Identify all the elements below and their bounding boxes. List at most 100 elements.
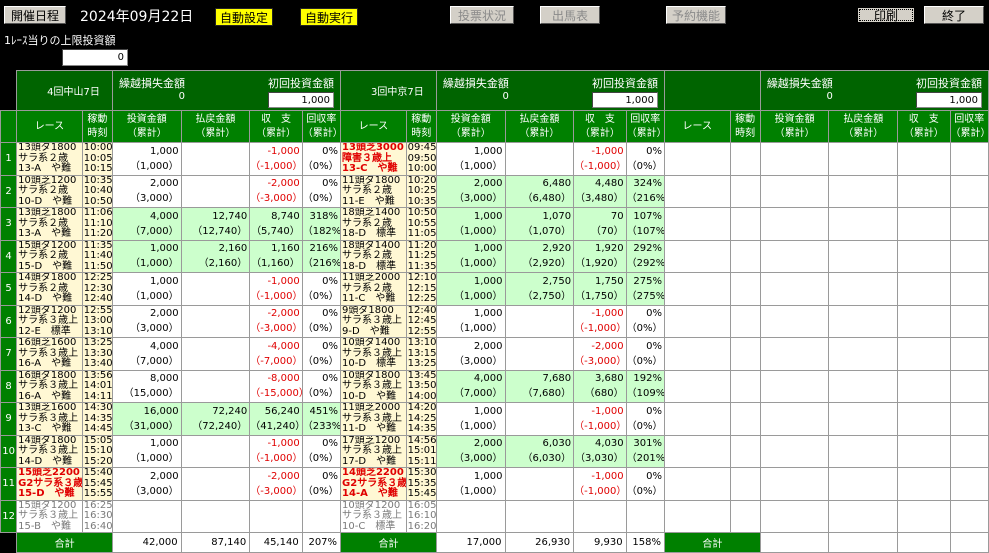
cell-line: 324%: [633, 178, 662, 190]
race-info-line: サラ系２歳: [18, 250, 69, 261]
race-info-line: 18-D 標準: [342, 228, 397, 239]
cell-line: 56,240: [264, 405, 300, 417]
race-info[interactable]: 14頭ダ1800 サラ系２歳 14-D や難: [16, 272, 83, 306]
race-info-line: 10-D や難: [342, 390, 397, 402]
first-invest-input[interactable]: 1,000: [916, 92, 982, 108]
race-time-line: 13:40: [83, 358, 113, 369]
race-info-line: 14-D や難: [18, 455, 73, 467]
auto-setting-button[interactable]: 自動設定: [215, 8, 273, 26]
race-info[interactable]: 12頭ダ1200 サラ系３歳上 12-E 標準: [16, 304, 83, 338]
race-info[interactable]: 14頭芝2200 G2サラ系３歳 14-A や難: [340, 467, 407, 501]
totals-corner: [0, 532, 17, 553]
total-balance: 45,140: [249, 532, 303, 553]
race-info-line: 13頭芝1800: [18, 207, 77, 218]
cell-line: 払戻金額: [519, 113, 560, 125]
cell-line: （0%）: [302, 388, 339, 400]
race-time: 13:56 14:01 14:11: [81, 369, 114, 403]
race-info-line: サラ系３歳上: [18, 445, 79, 456]
reserve-button[interactable]: 予約機能: [666, 6, 726, 24]
cell-line: 16,000: [143, 405, 179, 417]
cell-line: （7,000）: [453, 388, 503, 400]
header-rate: 回収率 （累計）: [625, 110, 665, 143]
race-info[interactable]: 16頭芝1600 サラ系３歳上 16-A や難: [16, 337, 83, 371]
empty-cell: [949, 434, 989, 468]
race-info[interactable]: 11頭ダ1800 サラ系２歳 11-E や難: [340, 174, 407, 208]
race-info[interactable]: 10頭ダ1200 サラ系３歳上 10-C 標準: [340, 499, 407, 533]
cell-line: （-1,000）: [574, 323, 627, 335]
entries-button[interactable]: 出馬表: [540, 6, 600, 24]
schedule-button[interactable]: 開催日程: [4, 6, 66, 24]
race-number: 10: [0, 434, 18, 468]
cell-line: 107%: [633, 210, 662, 222]
race-time-line: 14:00: [407, 390, 437, 402]
race-info-line: サラ系３歳上: [18, 380, 79, 391]
print-button[interactable]: 印刷: [856, 6, 916, 24]
first-invest-input[interactable]: 1,000: [591, 92, 658, 108]
empty-cell: [828, 142, 899, 176]
carry-loss-group: 繰越損失金額 0: [767, 73, 833, 102]
cell-line: 0%: [322, 275, 339, 287]
race-info[interactable]: 18頭芝1400 サラ系２歳 18-D 標準: [340, 207, 407, 241]
race-time-line: 10:15: [83, 163, 113, 174]
empty-cell: [897, 467, 951, 501]
cell-line: -4,000: [267, 340, 300, 352]
cell-line: 0%: [646, 308, 662, 320]
empty-cell: [729, 239, 761, 273]
limit-input[interactable]: 0: [62, 49, 128, 66]
cell-line: 2,000: [149, 470, 179, 482]
cell-line: 8,740: [271, 210, 300, 222]
cell-line: （0%）: [302, 290, 339, 302]
first-invest-input[interactable]: 1,000: [268, 92, 335, 108]
balance-cell: -1,000 （-1,000）: [573, 304, 627, 338]
balance-cell: -1,000 （-1,000）: [249, 434, 303, 468]
race-info-line: 13頭ダ1800: [18, 142, 77, 153]
race-time-line: 15:55: [83, 488, 113, 499]
race-info[interactable]: 17頭芝1200 サラ系３歳上 17-D や難: [340, 434, 407, 468]
race-time-line: 12:40: [83, 293, 113, 304]
vote-status-button[interactable]: 投票状況: [450, 6, 514, 24]
race-info[interactable]: 10頭芝1200 サラ系２歳 10-D や難: [16, 174, 83, 208]
race-info[interactable]: 11頭芝2000 サラ系３歳上 11-D や難: [340, 402, 407, 436]
race-info[interactable]: 13頭ダ1800 サラ系２歳 13-A や難: [16, 142, 83, 176]
race-info[interactable]: 13頭芝1800 サラ系２歳 13-A や難: [16, 207, 83, 241]
race-info[interactable]: 15頭ダ1200 サラ系３歳上 15-B や難: [16, 499, 83, 533]
race-time: 15:05 15:10 15:20: [81, 434, 114, 468]
cell-line: 0%: [322, 438, 339, 450]
race-info[interactable]: 15頭芝2200 G2サラ系３歳 15-D や難: [16, 467, 83, 501]
auto-run-button[interactable]: 自動実行: [300, 8, 358, 26]
balance-cell: -1,000 （-1,000）: [573, 142, 627, 176]
invest-cell: 8,000 （15,000）: [112, 369, 182, 403]
cell-line: 12,740: [212, 210, 248, 222]
total-balance: [897, 532, 951, 553]
cell-line: （3,000）: [453, 193, 503, 205]
race-info[interactable]: 18頭ダ1400 サラ系２歳 18-D 標準: [340, 239, 407, 273]
balance-cell: -2,000 （-3,000）: [249, 467, 303, 501]
cell-line: 0%: [646, 340, 662, 352]
race-info-line: 16頭芝1600: [18, 337, 77, 348]
empty-cell: [897, 174, 951, 208]
exit-button[interactable]: 終了: [924, 6, 984, 24]
header-rate: 回収率 （累計）: [301, 110, 342, 143]
race-info[interactable]: 13頭芝1600 サラ系３歳上 13-C や難: [16, 402, 83, 436]
race-info-line: 13-A や難: [18, 163, 72, 174]
empty-cell: [897, 499, 951, 533]
cell-line: （3,030）: [574, 453, 624, 465]
cell-line: 2,000: [473, 438, 503, 450]
payout-cell: [504, 402, 575, 436]
race-info[interactable]: 15頭ダ1200 サラ系２歳 15-D や難: [16, 239, 83, 273]
race-info[interactable]: 13頭芝3000 障害３歳上 13-C や難: [340, 142, 407, 176]
race-info[interactable]: 14頭ダ1800 サラ系３歳上 14-D や難: [16, 434, 83, 468]
race-info[interactable]: 16頭ダ1800 サラ系３歳上 16-A や難: [16, 369, 83, 403]
race-info[interactable]: 10頭ダ1800 サラ系３歳上 10-D や難: [340, 369, 407, 403]
cell-line: （-15,000）: [250, 388, 301, 400]
race-info[interactable]: 9頭ダ1800 サラ系３歳上 9-D や難: [340, 304, 407, 338]
race-info-line: 16-A や難: [18, 390, 72, 402]
cell-line: -8,000: [267, 373, 300, 385]
cell-line: （31,000）: [123, 420, 179, 432]
cell-line: 稼動: [411, 113, 432, 125]
cell-line: 2,160: [218, 243, 248, 255]
empty-cell: [663, 337, 731, 371]
race-info[interactable]: 10頭ダ1400 サラ系３歳上 10-D 標準: [340, 337, 407, 371]
header-invest: 投資金額 （累計）: [759, 110, 830, 143]
race-info[interactable]: 11頭芝2000 サラ系２歳 11-C や難: [340, 272, 407, 306]
